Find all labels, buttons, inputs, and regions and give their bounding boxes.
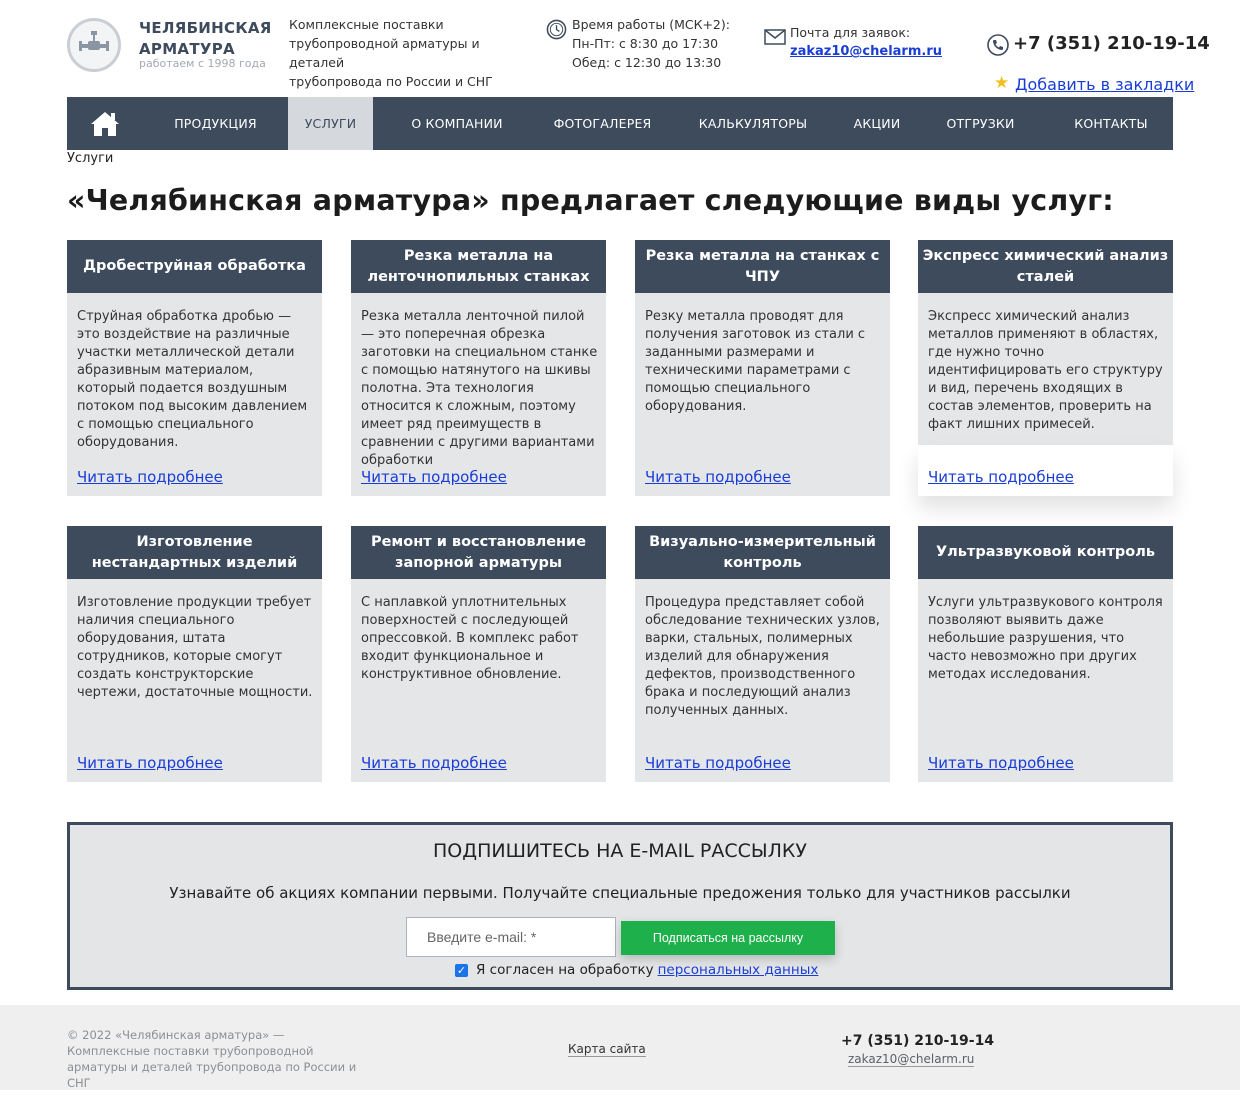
hours-line: Время работы (МСК+2): [572, 17, 730, 32]
card-title[interactable]: Ремонт и восстановление запорной арматур… [351, 526, 606, 579]
card-text: Изготовление продукции требует наличия с… [77, 595, 313, 700]
nav-item-gallery[interactable]: ФОТОГАЛЕРЕЯ [541, 97, 664, 150]
nav-item-shipments[interactable]: ОТГРУЗКИ [912, 97, 1049, 150]
read-more-link[interactable]: Читать подробнее [928, 468, 1074, 486]
read-more-link[interactable]: Читать подробнее [361, 468, 507, 486]
sitemap-link[interactable]: Карта сайта [568, 1042, 646, 1057]
card-text: Услуги ультразвукового контроля позволяю… [928, 595, 1163, 682]
breadcrumb: Услуги [67, 151, 114, 166]
tagline-line: Комплексные поставки [289, 17, 444, 32]
add-bookmark-link[interactable]: Добавить в закладки [1015, 75, 1194, 94]
card-text: Резка металла ленточной пилой — это попе… [361, 309, 598, 468]
service-card: Ультразвуковой контроль Услуги ультразву… [918, 526, 1173, 782]
read-more-link[interactable]: Читать подробнее [645, 754, 791, 772]
read-more-link[interactable]: Читать подробнее [77, 754, 223, 772]
card-text: Процедура представляет собой обследовани… [645, 595, 880, 718]
newsletter-box: ПОДПИШИТЕСЬ НА E-MAIL РАССЫЛКУ Узнавайте… [67, 822, 1173, 990]
card-title[interactable]: Резка металла на станках с ЧПУ [635, 240, 890, 293]
header-tagline: Комплексные поставки трубопроводной арма… [289, 15, 534, 91]
footer-copyright: © 2022 «Челябинская арматура» — Комплекс… [67, 1028, 357, 1090]
logo-subtitle: работаем с 1998 года [139, 57, 266, 70]
read-more-link[interactable]: Читать подробнее [77, 468, 223, 486]
footer-email-link[interactable]: zakaz10@chelarm.ru [848, 1052, 975, 1067]
card-title[interactable]: Ультразвуковой контроль [918, 526, 1173, 579]
read-more-link[interactable]: Читать подробнее [645, 468, 791, 486]
newsletter-title: ПОДПИШИТЕСЬ НА E-MAIL РАССЫЛКУ [433, 840, 807, 862]
service-card: Изготовление нестандартных изделий Изгот… [67, 526, 322, 782]
consent-label: Я согласен на обработку [476, 962, 654, 978]
nav-item-products[interactable]: ПРОДУКЦИЯ [143, 97, 288, 150]
work-hours: Время работы (МСК+2): Пн-Пт: с 8:30 до 1… [572, 15, 730, 72]
service-card: Резка металла на ленточнопильных станках… [351, 240, 606, 496]
card-title[interactable]: Дробеструйная обработка [67, 240, 322, 293]
footer-phone[interactable]: +7 (351) 210-19-14 [841, 1033, 994, 1049]
subscribe-button[interactable]: Подписаться на рассылку [621, 921, 835, 955]
logo-name-line1: ЧЕЛЯБИНСКАЯ [139, 19, 272, 37]
service-card: Экспресс химический анализ сталей Экспре… [918, 240, 1173, 496]
star-icon: ★ [994, 73, 1010, 93]
nav-item-promotions[interactable]: АКЦИИ [842, 97, 912, 150]
nav-item-about[interactable]: О КОМПАНИИ [373, 97, 541, 150]
card-text: Экспресс химический анализ металлов прим… [928, 309, 1163, 432]
read-more-link[interactable]: Читать подробнее [361, 754, 507, 772]
site-footer: © 2022 «Челябинская арматура» — Комплекс… [0, 1005, 1240, 1090]
service-card: Резка металла на станках с ЧПУ Резку мет… [635, 240, 890, 496]
card-text: Резку металла проводят для получения заг… [645, 309, 866, 414]
envelope-icon [764, 29, 786, 45]
card-text: С наплавкой уплотнительных поверхностей … [361, 595, 579, 682]
logo-name[interactable]: ЧЕЛЯБИНСКАЯ АРМАТУРА [139, 18, 272, 60]
consent-row: ✓ Я согласен на обработку персональных д… [455, 962, 818, 978]
card-title[interactable]: Визуально-измерительный контроль [635, 526, 890, 579]
service-card: Ремонт и восстановление запорной арматур… [351, 526, 606, 782]
hours-line: Обед: с 12:30 до 13:30 [572, 55, 722, 70]
read-more-link[interactable]: Читать подробнее [928, 754, 1074, 772]
header-email-link[interactable]: zakaz10@chelarm.ru [790, 44, 942, 59]
phone-icon [987, 34, 1009, 56]
nav-item-contacts[interactable]: КОНТАКТЫ [1049, 97, 1173, 150]
newsletter-text: Узнавайте об акциях компании первыми. По… [169, 884, 1071, 902]
logo-icon[interactable] [67, 18, 121, 72]
mail-label: Почта для заявок: [790, 25, 911, 40]
site-header: ЧЕЛЯБИНСКАЯ АРМАТУРА работаем с 1998 год… [0, 0, 1240, 97]
tagline-line: трубопровода по России и СНГ [289, 74, 493, 89]
service-card: Визуально-измерительный контроль Процеду… [635, 526, 890, 782]
home-icon[interactable] [67, 97, 143, 150]
card-title[interactable]: Резка металла на ленточнопильных станках [351, 240, 606, 293]
service-card: Дробеструйная обработка Струйная обработ… [67, 240, 322, 496]
clock-icon [546, 19, 567, 40]
personal-data-link[interactable]: персональных данных [658, 962, 819, 978]
consent-checkbox[interactable]: ✓ [455, 963, 468, 977]
page-title: «Челябинская арматура» предлагает следую… [67, 184, 1114, 217]
header-phone[interactable]: +7 (351) 210-19-14 [1013, 33, 1210, 54]
hours-line: Пн-Пт: с 8:30 до 17:30 [572, 36, 719, 51]
nav-item-services[interactable]: УСЛУГИ [288, 97, 373, 150]
card-text: Струйная обработка дробью — это воздейст… [77, 309, 308, 450]
tagline-line: трубопроводной арматуры и деталей [289, 36, 480, 70]
card-title[interactable]: Экспресс химический анализ сталей [918, 240, 1173, 293]
main-nav: ПРОДУКЦИЯ УСЛУГИ О КОМПАНИИ ФОТОГАЛЕРЕЯ … [67, 97, 1173, 150]
email-input[interactable] [406, 917, 616, 957]
card-title[interactable]: Изготовление нестандартных изделий [67, 526, 322, 579]
nav-item-calculators[interactable]: КАЛЬКУЛЯТОРЫ [664, 97, 842, 150]
